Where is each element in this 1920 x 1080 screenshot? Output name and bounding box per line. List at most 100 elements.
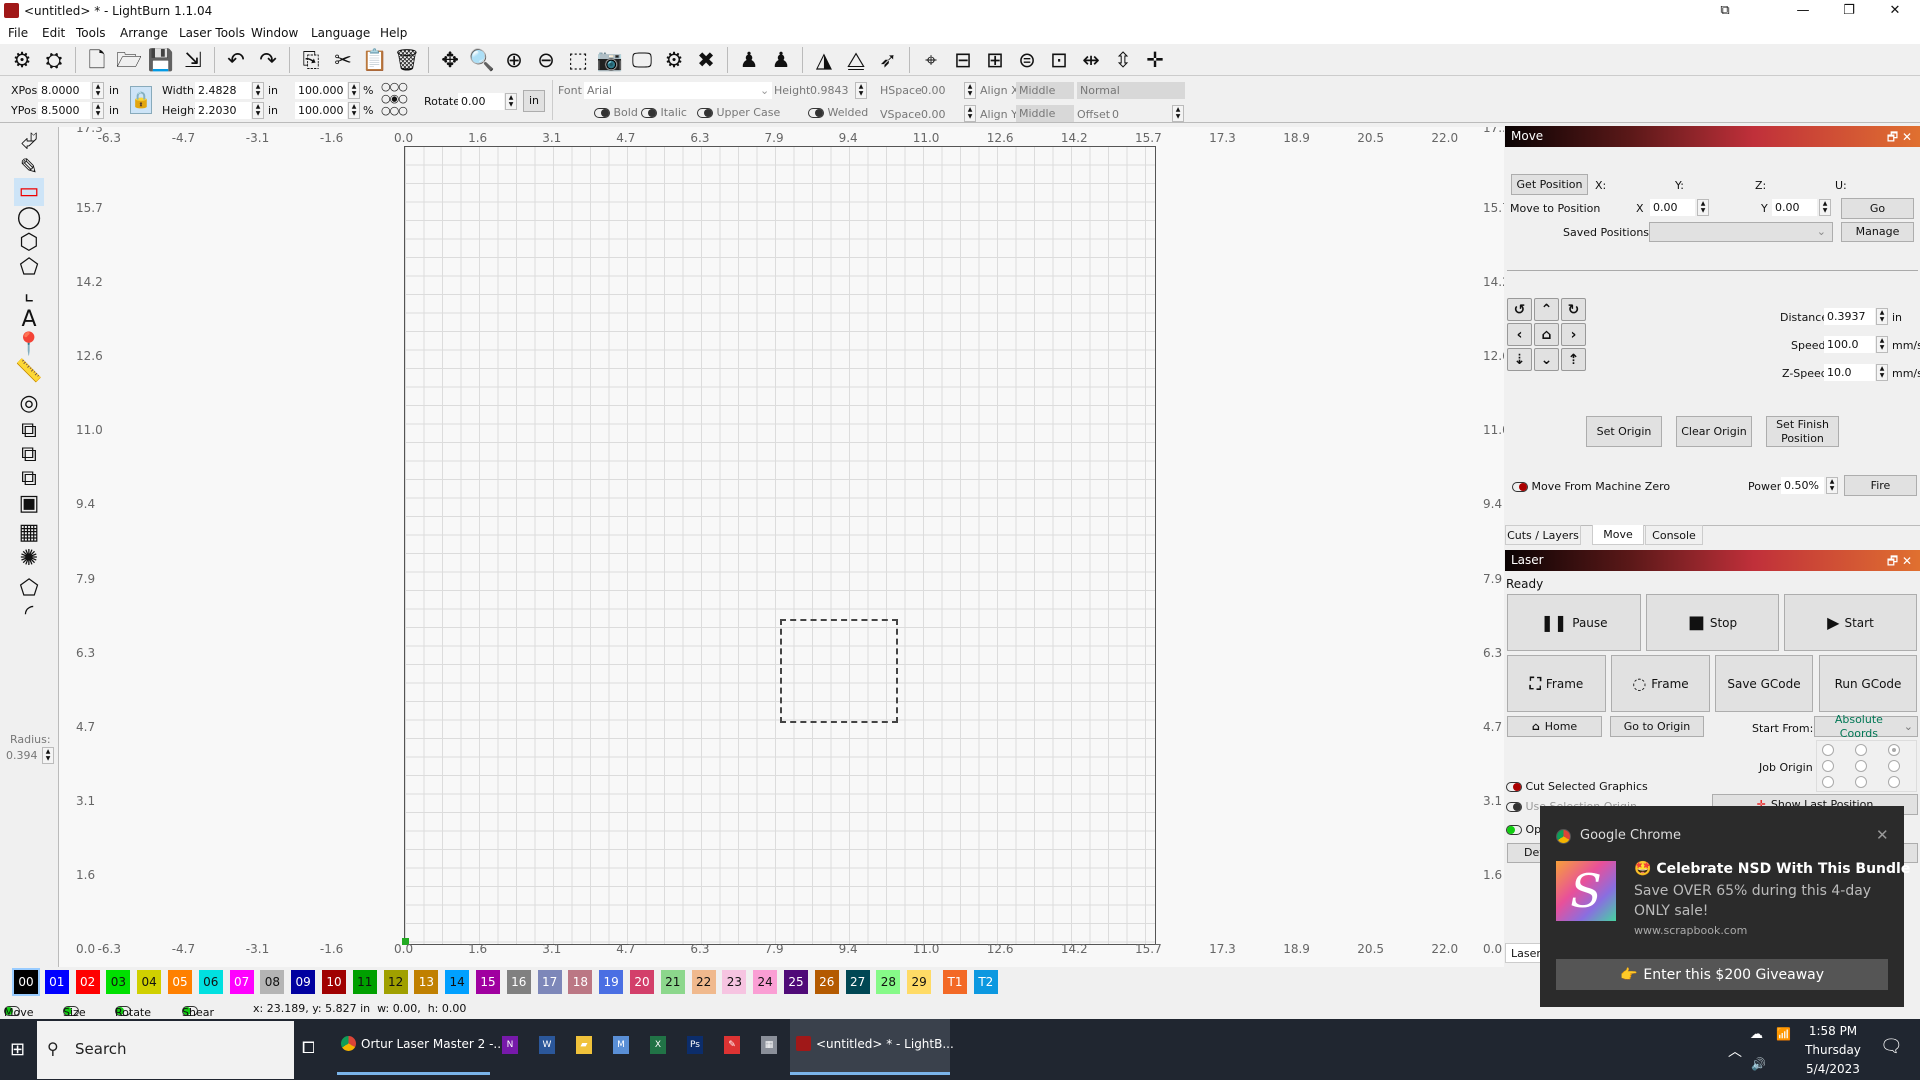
italic-toggle[interactable]: Italic	[641, 106, 687, 119]
delete-icon[interactable]: 🗑	[393, 46, 421, 74]
palette-color-16[interactable]: 16	[506, 970, 531, 994]
palette-color-25[interactable]: 25	[784, 970, 808, 994]
z-speed-spinner[interactable]: ▲ ▼	[1876, 364, 1888, 381]
excel-icon[interactable]: X	[650, 1036, 666, 1054]
z-speed-input[interactable]: 10.0	[1824, 364, 1875, 381]
minimize-button[interactable]: —	[1780, 0, 1826, 22]
action-center-icon[interactable]: 🗨	[1880, 1036, 1903, 1057]
taskbar-search-box[interactable]: ⚲ Search	[37, 1021, 294, 1079]
xpos-input[interactable]: 8.0000	[38, 82, 90, 99]
palette-color-04[interactable]: 04	[137, 970, 162, 994]
task-view-icon[interactable]: ⧠	[302, 1038, 315, 1058]
array-grid-icon[interactable]: ▦	[14, 519, 44, 547]
dock-float-close-icon[interactable]: 🗗 ✕	[1887, 552, 1912, 573]
zoom-in-icon[interactable]: ⊕	[500, 46, 528, 74]
get-position-button[interactable]: Get Position	[1511, 174, 1588, 195]
giveaway-action-button[interactable]: 👉 Enter this $200 Giveaway	[1556, 959, 1888, 990]
ypos-spinner[interactable]: ▲ ▼	[92, 102, 104, 119]
windows-start-icon[interactable]: ⊞	[10, 1039, 25, 1060]
optimize-toggle[interactable]: Op	[1506, 823, 1541, 836]
settings-icon[interactable]: ⚙	[8, 46, 36, 74]
menu-file[interactable]: File	[8, 26, 28, 40]
distance-input[interactable]: 0.3937	[1824, 308, 1875, 325]
fire-button[interactable]: Fire	[1844, 475, 1917, 496]
distribute-icon[interactable]: ⊞	[981, 46, 1009, 74]
select-arrow-icon[interactable]: ⮰	[14, 128, 44, 156]
job-origin-radio[interactable]	[1822, 744, 1834, 756]
palette-color-26[interactable]: 26	[814, 970, 839, 994]
align-vertical-icon[interactable]: ⊜	[1013, 46, 1041, 74]
palette-color-23[interactable]: 23	[722, 970, 747, 994]
mirror-icon[interactable]: ⧋	[842, 46, 870, 74]
redo-icon[interactable]: ↷	[254, 46, 282, 74]
pause-button[interactable]: ❚❚ Pause	[1507, 594, 1641, 651]
z-up-icon[interactable]: ⇡	[1561, 348, 1586, 371]
offset-input[interactable]: 0	[1112, 108, 1119, 121]
palette-color-29[interactable]: 29	[907, 970, 932, 994]
flip-horizontal-icon[interactable]: ◮	[810, 46, 838, 74]
palette-color-21[interactable]: 21	[660, 970, 685, 994]
font-height-input[interactable]: 0.9843	[810, 84, 849, 97]
run-gcode-button[interactable]: Run GCode	[1819, 655, 1917, 712]
onedrive-cloud-icon[interactable]: ☁	[1750, 1027, 1763, 1042]
cut-icon[interactable]: ✂	[329, 46, 357, 74]
zoom-out-icon[interactable]: ⊖	[532, 46, 560, 74]
menu-edit[interactable]: Edit	[42, 26, 65, 40]
move-x-input[interactable]: 0.00	[1650, 199, 1695, 216]
tab-move[interactable]: Move	[1592, 525, 1644, 545]
set-origin-button[interactable]: Set Origin	[1586, 416, 1662, 447]
palette-color-11[interactable]: 11	[352, 970, 377, 994]
design-canvas[interactable]: -6.3 -6.3 -4.7 -4.7 -3.1 -3.1 -1.6 -1.6 0.0 0.0 1.…	[59, 127, 1504, 967]
offset-spinner[interactable]: ▲ ▼	[1172, 105, 1184, 122]
job-origin-radio[interactable]	[1855, 776, 1867, 788]
home-icon[interactable]: ⌂	[1534, 323, 1559, 346]
work-area[interactable]	[404, 146, 1156, 945]
distance-spinner[interactable]: ▲ ▼	[1876, 308, 1888, 325]
polygon-icon[interactable]: ⬡	[14, 229, 44, 257]
palette-color-T1[interactable]: T1	[943, 970, 967, 994]
job-origin-radio[interactable]	[1888, 744, 1900, 756]
ungroup-icon[interactable]: ♟	[767, 46, 795, 74]
new-file-icon[interactable]: 🗋	[83, 46, 111, 74]
ypos-input[interactable]: 8.5000	[38, 102, 90, 119]
speed-input[interactable]: 100.0	[1824, 336, 1875, 353]
align-horizontal-icon[interactable]: ⊡	[1045, 46, 1073, 74]
scale-height-input[interactable]: 100.000	[295, 102, 347, 119]
palette-color-19[interactable]: 19	[599, 970, 624, 994]
clock-date[interactable]: 5/4/2023	[1803, 1062, 1863, 1076]
menu-arrange[interactable]: Arrange	[120, 26, 168, 40]
menu-laser-tools[interactable]: Laser Tools	[179, 26, 245, 40]
hspace-spinner[interactable]: ▲ ▼	[964, 82, 976, 99]
device-settings-icon[interactable]: ⛭	[40, 46, 68, 74]
go-to-origin-button[interactable]: Go to Origin	[1610, 716, 1704, 737]
close-icon[interactable]: ✕	[1876, 826, 1889, 844]
palette-color-00[interactable]: 00	[12, 968, 40, 996]
edit-shape-icon[interactable]: ⬠	[14, 575, 44, 603]
power-input[interactable]: 0.50%	[1781, 477, 1824, 494]
lock-aspect-icon[interactable]: 🔒	[130, 86, 152, 114]
palette-color-09[interactable]: 09	[291, 970, 316, 994]
move-icon[interactable]: ✥	[436, 46, 464, 74]
taskbar-chrome-item[interactable]: Ortur Laser Master 2 -...	[337, 1019, 505, 1075]
palette-color-01[interactable]: 01	[44, 970, 69, 994]
job-origin-radio[interactable]	[1888, 760, 1900, 772]
calculator-icon[interactable]: ▦	[761, 1036, 777, 1054]
upper-case-toggle[interactable]: Upper Case	[697, 106, 780, 119]
jog-left-icon[interactable]: ‹	[1507, 323, 1532, 346]
open-folder-icon[interactable]: 🗁	[115, 46, 143, 74]
vspace-input[interactable]: 0.00	[921, 108, 946, 121]
measure-icon[interactable]: 📏	[14, 358, 44, 386]
camera-icon[interactable]: 📷	[596, 46, 624, 74]
menu-tools[interactable]: Tools	[76, 26, 106, 40]
wifi-icon[interactable]: 📶	[1776, 1027, 1791, 1041]
chrome-notification[interactable]: Google Chrome ✕ S 🤩 Celebrate NSD With T…	[1540, 806, 1910, 1007]
palette-color-07[interactable]: 07	[229, 970, 254, 994]
job-origin-radio[interactable]	[1822, 760, 1834, 772]
job-origin-radio[interactable]	[1855, 760, 1867, 772]
zoom-fit-icon[interactable]: 🔍	[468, 46, 496, 74]
set-finish-position-button[interactable]: Set Finish Position	[1766, 416, 1839, 447]
move-y-spinner[interactable]: ▲ ▼	[1819, 199, 1831, 216]
move-from-machine-zero-toggle[interactable]: Move From Machine Zero	[1512, 480, 1670, 493]
move-y-input[interactable]: 0.00	[1772, 199, 1817, 216]
frame-button[interactable]: ⛶ Frame	[1507, 655, 1606, 712]
